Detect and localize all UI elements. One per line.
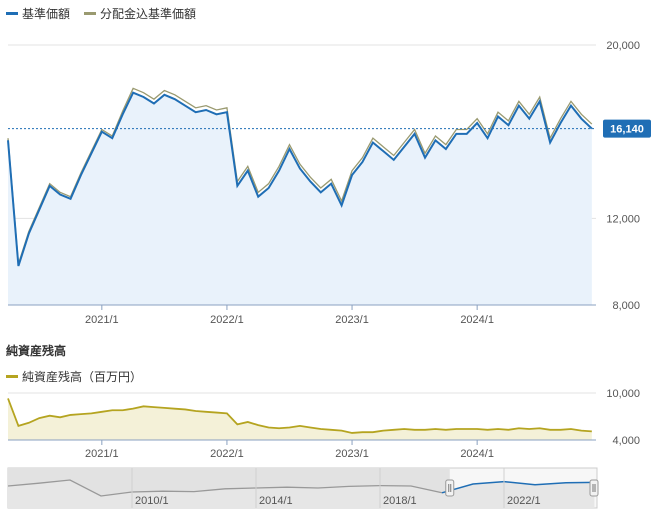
- main-x-tick-label: 2022/1: [210, 314, 244, 326]
- fund-chart[interactable]: 8,000 12,000 20,000 16,140 2021/1 2022/1 2023/…: [0, 0, 656, 517]
- aum-area-fill: [8, 398, 592, 440]
- navigator-x-tick-label: 2010/1: [135, 495, 169, 507]
- aum-x-tick-label: 2023/1: [335, 448, 369, 460]
- main-y-tick-label: 12,000: [606, 213, 640, 225]
- aum-y-tick-label: 10,000: [606, 388, 640, 400]
- main-y-tick-label: 20,000: [606, 40, 640, 52]
- aum-x-tick-label: 2024/1: [460, 448, 494, 460]
- navigator-handle[interactable]: [445, 479, 455, 497]
- main-y-tick-label: 8,000: [612, 300, 640, 312]
- navigator-x-tick-label: 2018/1: [383, 495, 417, 507]
- navigator-handle[interactable]: [589, 479, 599, 497]
- aum-y-tick-label: 4,000: [612, 435, 640, 447]
- aum-x-tick-label: 2021/1: [85, 448, 119, 460]
- aum-x-tick-label: 2022/1: [210, 448, 244, 460]
- navigator-x-tick-label: 2014/1: [259, 495, 293, 507]
- main-x-tick-label: 2024/1: [460, 314, 494, 326]
- nav-area-fill: [8, 92, 592, 306]
- main-x-tick-label: 2021/1: [85, 314, 119, 326]
- navigator-x-tick-label: 2022/1: [507, 495, 541, 507]
- main-x-tick-label: 2023/1: [335, 314, 369, 326]
- current-value-label: 16,140: [610, 124, 644, 136]
